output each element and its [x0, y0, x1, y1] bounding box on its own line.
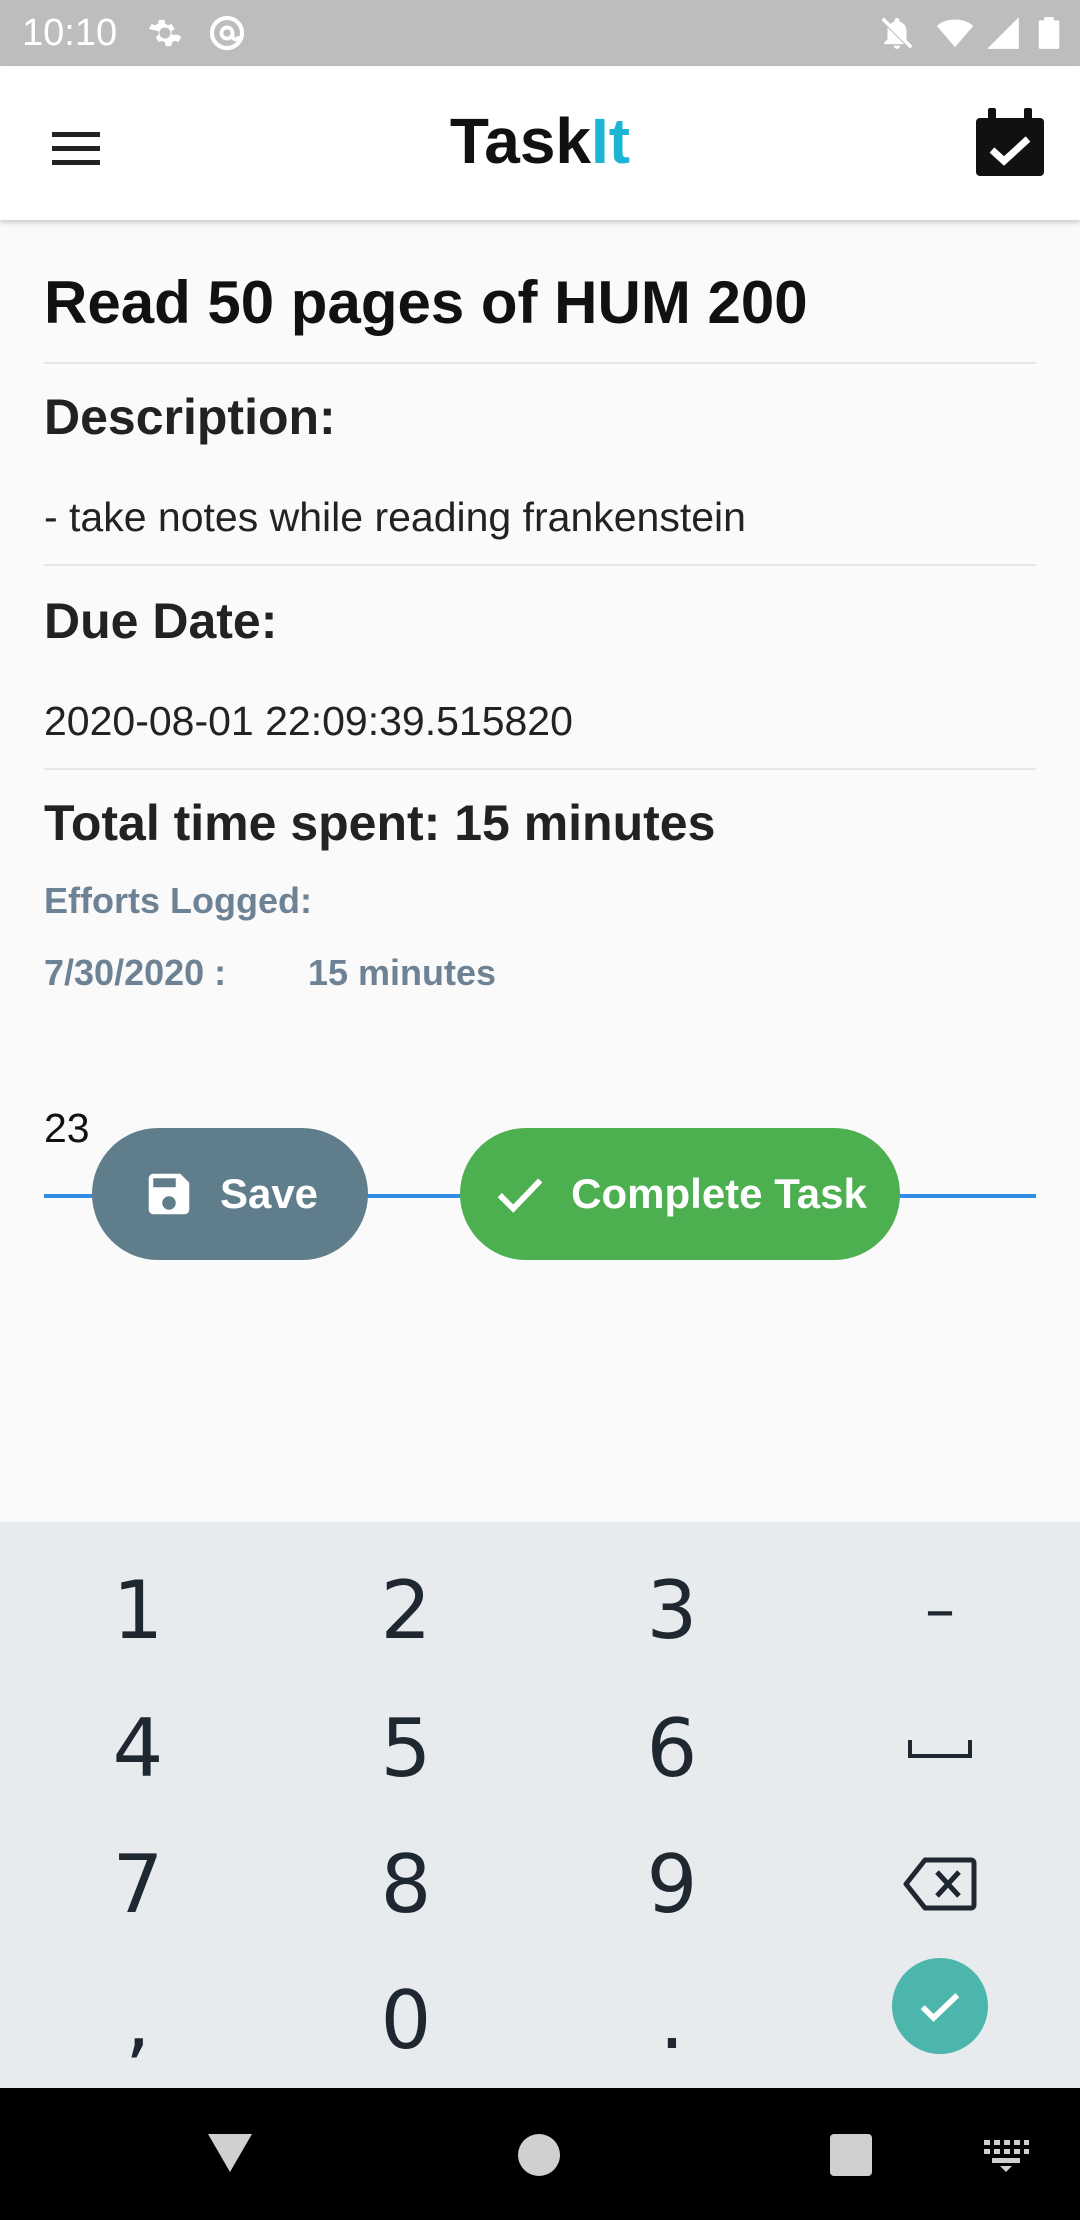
key-6[interactable]: 6 — [572, 1688, 772, 1808]
key-7[interactable]: 7 — [38, 1824, 238, 1944]
complete-task-label: Complete Task — [571, 1170, 867, 1217]
back-icon[interactable] — [204, 2126, 256, 2178]
space-icon — [908, 1740, 972, 1758]
at-sign-icon — [209, 15, 245, 51]
key-minus[interactable]: – — [840, 1550, 1040, 1670]
key-4[interactable]: 4 — [38, 1688, 238, 1808]
signal-icon — [987, 17, 1019, 49]
app-title-main: Task — [449, 105, 592, 177]
key-0[interactable]: 0 — [306, 1960, 506, 2080]
divider — [44, 768, 1036, 770]
complete-task-button[interactable]: Complete Task — [460, 1128, 900, 1260]
backspace-icon — [903, 1857, 977, 1911]
key-backspace[interactable] — [840, 1824, 1040, 1944]
description-label: Description: — [44, 389, 336, 445]
task-title: Read 50 pages of HUM 200 — [44, 269, 808, 336]
app-title-accent: It — [591, 105, 631, 177]
status-bar: 10:10 — [0, 0, 1080, 66]
effort-entry-duration: 15 minutes — [308, 952, 497, 993]
description-text: - take notes while reading frankenstein — [44, 494, 746, 540]
key-2[interactable]: 2 — [306, 1550, 506, 1670]
key-period[interactable]: . — [572, 1960, 772, 2080]
key-comma[interactable]: , — [38, 1960, 238, 2080]
status-time: 10:10 — [22, 12, 118, 54]
wifi-icon — [936, 19, 974, 48]
save-button[interactable]: Save — [92, 1128, 368, 1260]
gear-icon — [148, 19, 182, 47]
app-bar: TaskIt — [0, 66, 1080, 220]
key-8[interactable]: 8 — [306, 1824, 506, 1944]
key-1[interactable]: 1 — [38, 1550, 238, 1670]
key-space[interactable] — [840, 1688, 1040, 1808]
check-icon — [497, 1178, 543, 1213]
key-5[interactable]: 5 — [306, 1688, 506, 1808]
app-title: TaskIt — [0, 104, 1080, 178]
key-9[interactable]: 9 — [572, 1824, 772, 1944]
calendar-check-icon[interactable] — [974, 106, 1046, 178]
due-date-label: Due Date: — [44, 593, 278, 649]
divider — [44, 564, 1036, 566]
battery-icon — [1038, 17, 1060, 49]
due-date-value: 2020-08-01 22:09:39.515820 — [44, 698, 573, 744]
save-icon — [148, 1173, 190, 1215]
check-icon — [920, 1993, 960, 2022]
key-3[interactable]: 3 — [572, 1550, 772, 1670]
effort-entry-date: 7/30/2020 : — [44, 952, 227, 993]
system-nav-bar — [0, 2088, 1080, 2220]
efforts-logged-label: Efforts Logged: — [44, 880, 312, 921]
divider — [44, 362, 1036, 364]
save-button-label: Save — [219, 1170, 319, 1217]
do-not-disturb-icon — [881, 17, 913, 49]
recents-icon[interactable] — [828, 2132, 874, 2178]
keyboard-switch-icon[interactable] — [982, 2138, 1030, 2172]
total-time-spent: Total time spent: 15 minutes — [44, 795, 716, 851]
home-icon[interactable] — [516, 2132, 562, 2178]
key-done[interactable] — [892, 1958, 988, 2054]
